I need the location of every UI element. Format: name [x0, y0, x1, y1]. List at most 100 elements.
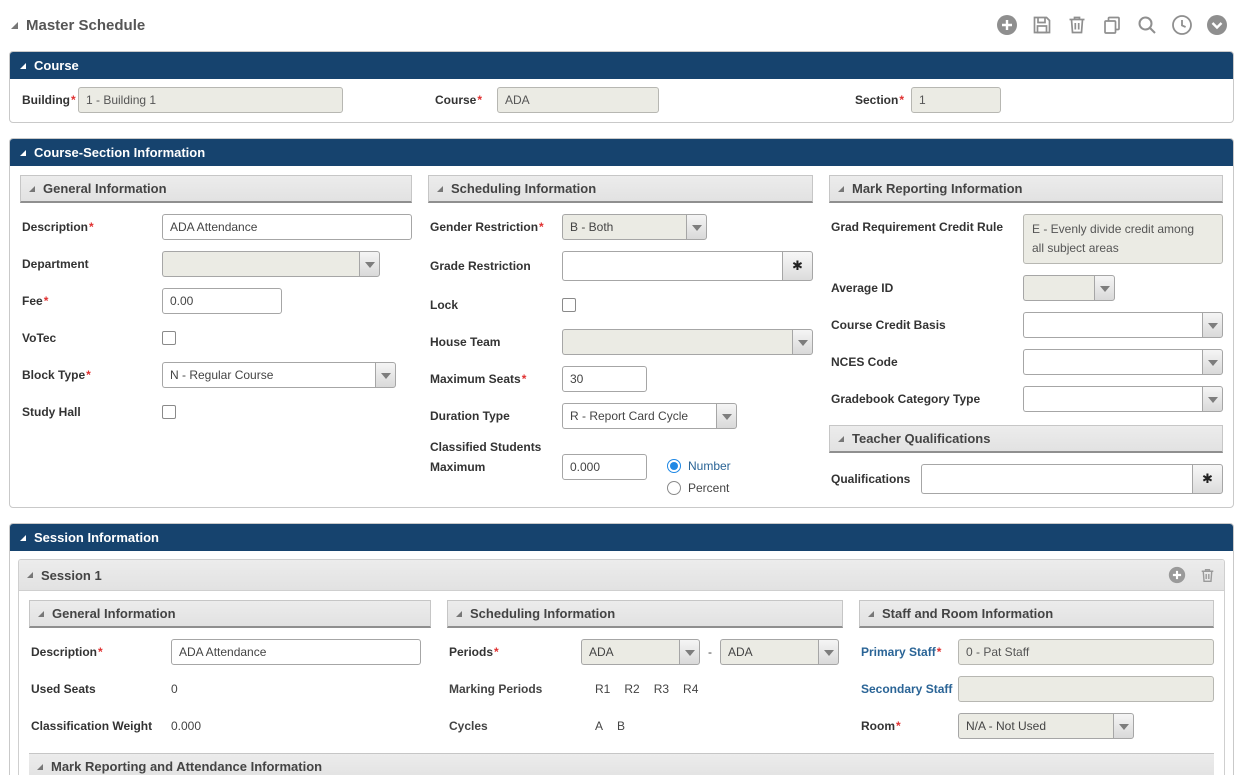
- course-credit-basis-select[interactable]: [1023, 312, 1223, 338]
- average-id-select[interactable]: [1023, 275, 1115, 301]
- description-label: Description: [22, 220, 162, 235]
- delete-button[interactable]: [1066, 14, 1088, 36]
- secondary-staff-field[interactable]: [958, 676, 1214, 702]
- chevron-down-icon[interactable]: [359, 251, 380, 277]
- collapse-triangle-icon: [37, 764, 43, 770]
- collapse-triangle-icon: [868, 611, 874, 617]
- period-from-select[interactable]: ADA: [581, 639, 700, 665]
- gradebook-category-type-select[interactable]: [1023, 386, 1223, 412]
- block-type-label: Block Type: [22, 368, 162, 383]
- session-description-field[interactable]: [171, 639, 421, 665]
- average-id-label: Average ID: [831, 281, 1023, 296]
- collapse-triangle-icon: [838, 436, 844, 442]
- asterisk-icon: ✱: [1202, 471, 1213, 487]
- house-team-select[interactable]: [562, 329, 813, 355]
- description-field[interactable]: [162, 214, 412, 240]
- general-information-section: General Information Description Departme…: [20, 175, 412, 425]
- nces-code-select[interactable]: [1023, 349, 1223, 375]
- toolbar: [996, 14, 1232, 36]
- collapse-triangle-icon: [437, 186, 443, 192]
- chevron-down-icon[interactable]: [375, 362, 396, 388]
- period-to-select[interactable]: ADA: [720, 639, 839, 665]
- mark-reporting-attendance-header[interactable]: Mark Reporting and Attendance Informatio…: [29, 753, 1214, 775]
- lock-label: Lock: [430, 298, 562, 313]
- asterisk-picker-button[interactable]: ✱: [1192, 464, 1223, 494]
- search-icon: [1136, 14, 1158, 36]
- course-section-panel-header[interactable]: Course-Section Information: [10, 139, 1233, 166]
- building-field[interactable]: [78, 87, 343, 113]
- session-information-panel: Session Information Session 1: [9, 523, 1234, 775]
- gradebook-category-type-label: Gradebook Category Type: [831, 392, 1023, 407]
- collapse-triangle-icon[interactable]: [11, 22, 18, 29]
- department-select[interactable]: [162, 251, 380, 277]
- asterisk-picker-button[interactable]: ✱: [782, 251, 813, 281]
- history-button[interactable]: [1171, 14, 1193, 36]
- session-1-header[interactable]: Session 1: [19, 560, 1224, 591]
- chevron-down-icon[interactable]: [792, 329, 813, 355]
- nces-code-label: NCES Code: [831, 355, 1023, 370]
- search-button[interactable]: [1136, 14, 1158, 36]
- collapse-triangle-icon: [20, 150, 26, 156]
- primary-staff-label[interactable]: Primary Staff: [861, 645, 958, 660]
- chevron-down-icon[interactable]: [1202, 312, 1223, 338]
- chevron-down-icon[interactable]: [1094, 275, 1115, 301]
- staff-and-room-information-header[interactable]: Staff and Room Information: [859, 600, 1214, 628]
- qualifications-field[interactable]: [921, 464, 1192, 494]
- duration-type-select[interactable]: R - Report Card Cycle: [562, 403, 737, 429]
- used-seats-label: Used Seats: [31, 682, 171, 697]
- save-button[interactable]: [1031, 14, 1053, 36]
- session-general-information-section: General Information Description Used Sea…: [29, 600, 431, 739]
- classified-students-maximum-field[interactable]: [562, 454, 647, 480]
- periods-separator: -: [708, 645, 712, 659]
- session-scheduling-information-section: Scheduling Information Periods ADA - ADA: [447, 600, 843, 739]
- gender-restriction-label: Gender Restriction: [430, 220, 562, 235]
- block-type-select[interactable]: N - Regular Course: [162, 362, 396, 388]
- save-icon: [1031, 14, 1053, 36]
- section-field[interactable]: [911, 87, 1001, 113]
- lock-checkbox[interactable]: [562, 298, 576, 312]
- session-scheduling-information-header[interactable]: Scheduling Information: [447, 600, 843, 628]
- collapse-all-button[interactable]: [1206, 14, 1228, 36]
- chevron-down-icon[interactable]: [818, 639, 839, 665]
- room-label: Room: [861, 719, 958, 734]
- clock-icon: [1171, 14, 1193, 36]
- teacher-qualifications-header[interactable]: Teacher Qualifications: [829, 425, 1223, 453]
- general-information-header[interactable]: General Information: [20, 175, 412, 203]
- number-radio-option[interactable]: Number: [667, 459, 731, 473]
- percent-radio-option[interactable]: Percent: [667, 481, 731, 495]
- grade-restriction-combo: ✱: [562, 251, 813, 281]
- session-1-subpanel: Session 1 General Information: [18, 559, 1225, 775]
- grade-restriction-field[interactable]: [562, 251, 782, 281]
- delete-session-button[interactable]: [1198, 566, 1216, 584]
- cycles-label: Cycles: [449, 719, 581, 734]
- course-panel: Course Building Course Section: [9, 51, 1234, 123]
- mark-reporting-information-header[interactable]: Mark Reporting Information: [829, 175, 1223, 203]
- marking-periods-row: Marking Periods R1 R2 R3 R4: [449, 676, 843, 702]
- votec-checkbox[interactable]: [162, 331, 176, 345]
- chevron-down-icon[interactable]: [686, 214, 707, 240]
- maximum-seats-field[interactable]: [562, 366, 647, 392]
- add-button[interactable]: [996, 14, 1018, 36]
- add-session-button[interactable]: [1168, 566, 1186, 584]
- chevron-down-icon[interactable]: [1113, 713, 1134, 739]
- collapse-triangle-icon: [456, 611, 462, 617]
- collapse-triangle-icon: [27, 572, 33, 578]
- course-field[interactable]: [497, 87, 659, 113]
- copy-button[interactable]: [1101, 14, 1123, 36]
- chevron-down-icon[interactable]: [716, 403, 737, 429]
- chevron-down-icon[interactable]: [679, 639, 700, 665]
- session-information-panel-header[interactable]: Session Information: [10, 524, 1233, 551]
- fee-field[interactable]: [162, 288, 282, 314]
- study-hall-checkbox[interactable]: [162, 405, 176, 419]
- session-general-information-header[interactable]: General Information: [29, 600, 431, 628]
- scheduling-information-header[interactable]: Scheduling Information: [428, 175, 813, 203]
- gender-restriction-select[interactable]: B - Both: [562, 214, 707, 240]
- course-panel-header[interactable]: Course: [10, 52, 1233, 79]
- secondary-staff-label[interactable]: Secondary Staff: [861, 682, 958, 697]
- primary-staff-field[interactable]: [958, 639, 1214, 665]
- votec-label: VoTec: [22, 331, 162, 346]
- chevron-down-icon[interactable]: [1202, 386, 1223, 412]
- room-select[interactable]: N/A - Not Used: [958, 713, 1134, 739]
- chevron-down-icon[interactable]: [1202, 349, 1223, 375]
- qualifications-combo: ✱: [921, 464, 1223, 494]
